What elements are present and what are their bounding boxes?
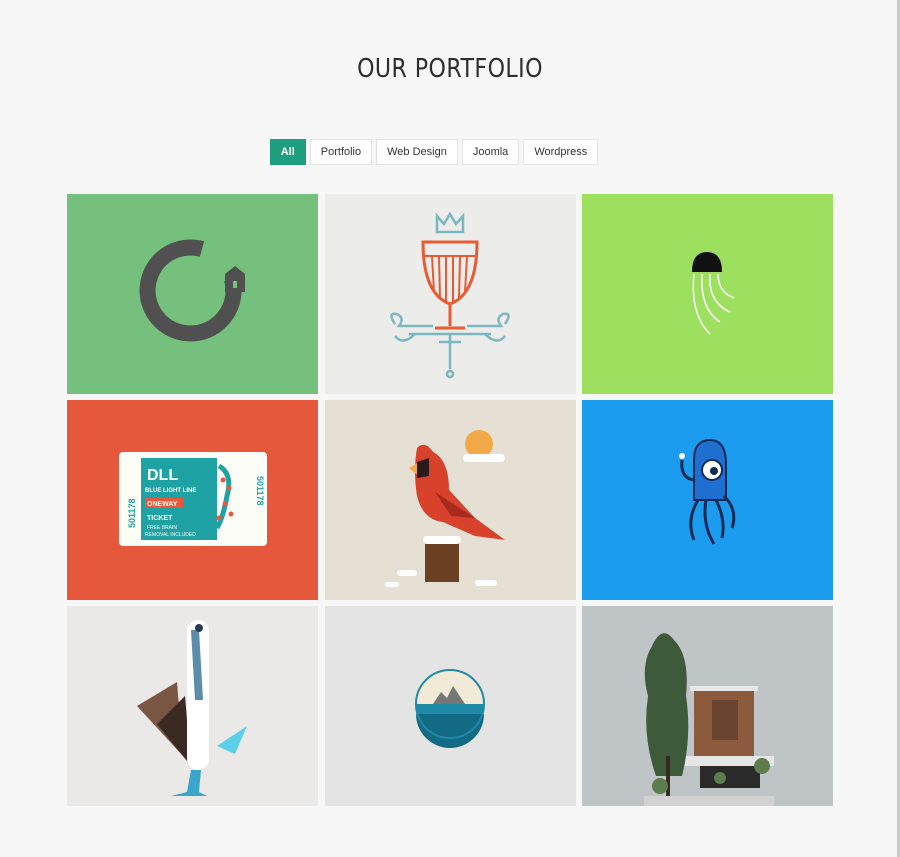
filter-all[interactable]: All	[269, 139, 306, 165]
portfolio-item-island-circle[interactable]	[325, 606, 576, 806]
portfolio-item-cardinal[interactable]	[325, 400, 576, 600]
page-title: OUR PORTFOLIO	[357, 54, 543, 84]
portfolio-item-wine-glass[interactable]	[325, 194, 576, 394]
stump-shape	[425, 540, 459, 582]
portfolio-filter-bar: All Portfolio Web Design Joomla Wordpres…	[0, 139, 884, 165]
svg-text:501178: 501178	[127, 498, 137, 528]
svg-text:ONEWAY: ONEWAY	[147, 501, 178, 508]
svg-text:TICKET: TICKET	[147, 515, 173, 522]
cardinal-image	[325, 400, 576, 600]
tile-background	[582, 194, 833, 394]
svg-text:FREE BRAIN: FREE BRAIN	[147, 525, 177, 531]
portfolio-item-ticket[interactable]: DLL BLUE LIGHT LINE ONEWAY TICKET FREE B…	[67, 400, 318, 600]
tree-shape	[644, 633, 689, 776]
svg-text:REMOVAL INCLUDED: REMOVAL INCLUDED	[145, 532, 196, 538]
tile-background	[67, 194, 318, 394]
jellyfish-image	[582, 194, 833, 394]
portfolio-item-jellyfish[interactable]	[582, 194, 833, 394]
wine-glass-image	[325, 194, 576, 394]
svg-text:BLUE LIGHT LINE: BLUE LIGHT LINE	[145, 488, 196, 494]
octopus-image	[582, 400, 833, 600]
cloud-shape	[463, 454, 505, 462]
ring-logo-image	[67, 194, 318, 394]
svg-text:501178: 501178	[255, 476, 265, 506]
sun-shape	[465, 430, 493, 458]
booby-bird-image	[67, 606, 318, 806]
portfolio-item-modern-house[interactable]	[582, 606, 833, 806]
filter-joomla[interactable]: Joomla	[461, 139, 520, 165]
filter-web-design[interactable]: Web Design	[376, 139, 458, 165]
filter-portfolio[interactable]: Portfolio	[309, 139, 373, 165]
portfolio-item-octopus[interactable]	[582, 400, 833, 600]
island-circle-image	[325, 606, 576, 806]
portfolio-item-booby-bird[interactable]	[67, 606, 318, 806]
ticket-image: DLL BLUE LIGHT LINE ONEWAY TICKET FREE B…	[67, 400, 318, 600]
svg-text:DLL: DLL	[147, 467, 178, 484]
filter-wordpress[interactable]: Wordpress	[523, 139, 599, 165]
modern-house-image	[582, 606, 833, 806]
portfolio-item-ring-logo[interactable]	[67, 194, 318, 394]
